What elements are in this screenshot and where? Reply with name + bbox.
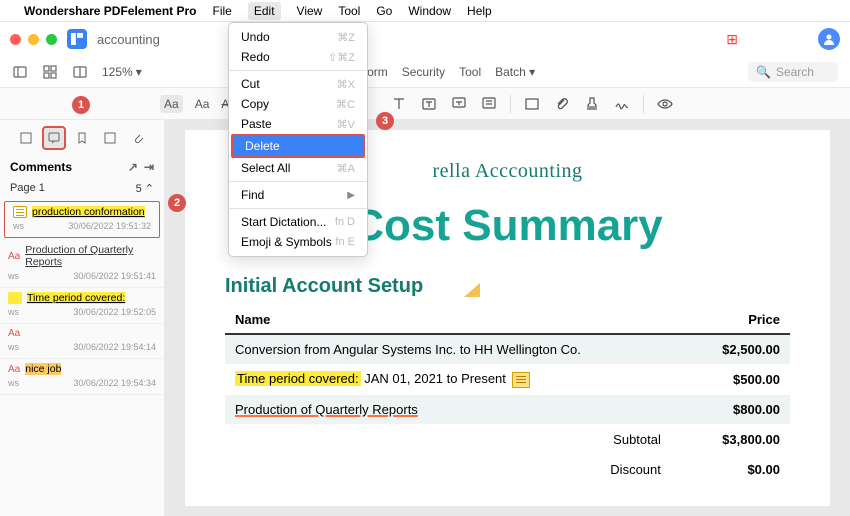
chevron-down-icon: ▾: [136, 65, 142, 79]
signature-icon[interactable]: [613, 95, 631, 113]
note-icon[interactable]: [480, 95, 498, 113]
sidebar-toggle-icon[interactable]: [12, 64, 28, 80]
thumbnail-tab-icon[interactable]: [14, 126, 38, 150]
menu-cut[interactable]: Cut⌘X: [229, 74, 367, 94]
subtotal-row: Subtotal$3,800.00: [225, 424, 790, 454]
col-name: Name: [225, 306, 691, 334]
annotation-toolbar: Aa Aa Aa: [0, 88, 850, 120]
triangle-shape-icon: [464, 283, 480, 297]
comment-item[interactable]: Aanice job ws30/06/2022 19:54:34: [0, 359, 164, 395]
menu-dictation[interactable]: Start Dictation...fn D: [229, 212, 367, 232]
sticky-note-icon[interactable]: [512, 372, 530, 388]
comment-item[interactable]: production conformation ws30/06/2022 19:…: [4, 201, 160, 238]
highlight-tool-icon[interactable]: Aa: [160, 95, 183, 113]
section-heading: Initial Account Setup: [225, 275, 790, 298]
discount-row: Discount$0.00: [225, 454, 790, 484]
shape-rect-icon[interactable]: [523, 95, 541, 113]
search-input[interactable]: 🔍 Search: [748, 62, 838, 82]
comments-tab-icon[interactable]: [42, 126, 66, 150]
close-window-icon[interactable]: [10, 34, 21, 45]
menu-selectall[interactable]: Select All⌘A: [229, 158, 367, 178]
tab-batch[interactable]: Batch ▾: [495, 65, 535, 79]
callout-badge-3: 3: [376, 112, 394, 130]
export-comments-icon[interactable]: ↗: [128, 160, 138, 174]
comments-title: Comments: [10, 160, 72, 174]
menu-edit[interactable]: Edit: [248, 2, 281, 20]
menu-find[interactable]: Find▶: [229, 185, 367, 205]
collapse-icon[interactable]: ⌃: [145, 183, 154, 195]
menu-emoji[interactable]: Emoji & Symbolsfn E: [229, 232, 367, 252]
col-price: Price: [691, 306, 790, 334]
tab-tool[interactable]: Tool: [459, 65, 481, 79]
bookmarks-tab-icon[interactable]: [70, 126, 94, 150]
menu-undo[interactable]: Undo⌘Z: [229, 27, 367, 47]
user-avatar[interactable]: [818, 28, 840, 50]
attachments-tab-icon[interactable]: [126, 126, 150, 150]
tab-security[interactable]: Security: [402, 65, 445, 79]
chevron-down-icon: ▾: [529, 65, 535, 79]
menu-tool[interactable]: Tool: [338, 4, 360, 18]
edit-dropdown: Undo⌘Z Redo⇧⌘Z Cut⌘X Copy⌘C Paste⌘V Dele…: [228, 22, 368, 257]
menu-redo[interactable]: Redo⇧⌘Z: [229, 47, 367, 67]
stamp-icon[interactable]: [583, 95, 601, 113]
table-row: Conversion from Angular Systems Inc. to …: [225, 334, 790, 364]
menu-help[interactable]: Help: [467, 4, 492, 18]
import-comments-icon[interactable]: ⇥: [144, 160, 154, 174]
text-tool-icon[interactable]: Aa: [195, 97, 210, 111]
attachment-icon[interactable]: [553, 95, 571, 113]
underline-icon: Aa: [8, 251, 20, 262]
sidebar-tabs: [0, 120, 164, 156]
eye-icon[interactable]: [656, 95, 674, 113]
menu-view[interactable]: View: [297, 4, 323, 18]
menu-file[interactable]: File: [213, 4, 232, 18]
comment-item[interactable]: Time period covered: ws30/06/2022 19:52:…: [0, 288, 164, 324]
callout-icon[interactable]: [450, 95, 468, 113]
highlight-icon: Aa: [8, 364, 20, 375]
table-row: Time period covered: JAN 01, 2021 to Pre…: [225, 364, 790, 395]
text-annotation-icon[interactable]: [390, 95, 408, 113]
document-title: accounting: [97, 32, 160, 47]
minimize-window-icon[interactable]: [28, 34, 39, 45]
maximize-window-icon[interactable]: [46, 34, 57, 45]
system-menubar: Wondershare PDFelement Pro File Edit Vie…: [0, 0, 850, 22]
page-label: Page 1: [10, 182, 45, 195]
search-icon: 🔍: [756, 65, 771, 79]
menu-delete[interactable]: Delete: [231, 134, 365, 158]
callout-badge-2: 2: [168, 194, 186, 212]
table-row: Production of Quarterly Reports$800.00: [225, 395, 790, 424]
menu-window[interactable]: Window: [408, 4, 451, 18]
textbox-icon[interactable]: [420, 95, 438, 113]
price-table: NamePrice Conversion from Angular System…: [225, 306, 790, 484]
comment-item[interactable]: AaProduction of Quarterly Reports ws30/0…: [0, 240, 164, 288]
text-annotation-icon: Aa: [8, 328, 20, 339]
sidebar-panel: Comments ↗ ⇥ Page 1 5 ⌃ production confo…: [0, 120, 165, 516]
menu-copy[interactable]: Copy⌘C: [229, 94, 367, 114]
callout-badge-1: 1: [72, 96, 90, 114]
home-grid-icon[interactable]: ⊞: [726, 31, 738, 48]
comment-item[interactable]: Aa ws30/06/2022 19:54:14: [0, 324, 164, 359]
app-name[interactable]: Wondershare PDFelement Pro: [24, 4, 197, 18]
zoom-dropdown[interactable]: 125%▾: [102, 65, 142, 79]
page-view-icon[interactable]: [72, 64, 88, 80]
thumbnail-view-icon[interactable]: [42, 64, 58, 80]
app-logo-icon: [67, 29, 87, 49]
search-tab-icon[interactable]: [98, 126, 122, 150]
sticky-note-icon: [13, 206, 27, 218]
traffic-lights: [10, 34, 57, 45]
window-titlebar: accounting ⊞: [0, 22, 850, 56]
menu-go[interactable]: Go: [376, 4, 392, 18]
menu-paste[interactable]: Paste⌘V: [229, 114, 367, 134]
chevron-right-icon: ▶: [347, 190, 355, 201]
main-toolbar: 125%▾ Form Security Tool Batch ▾ 🔍 Searc…: [0, 56, 850, 88]
highlight-icon: [8, 292, 22, 304]
